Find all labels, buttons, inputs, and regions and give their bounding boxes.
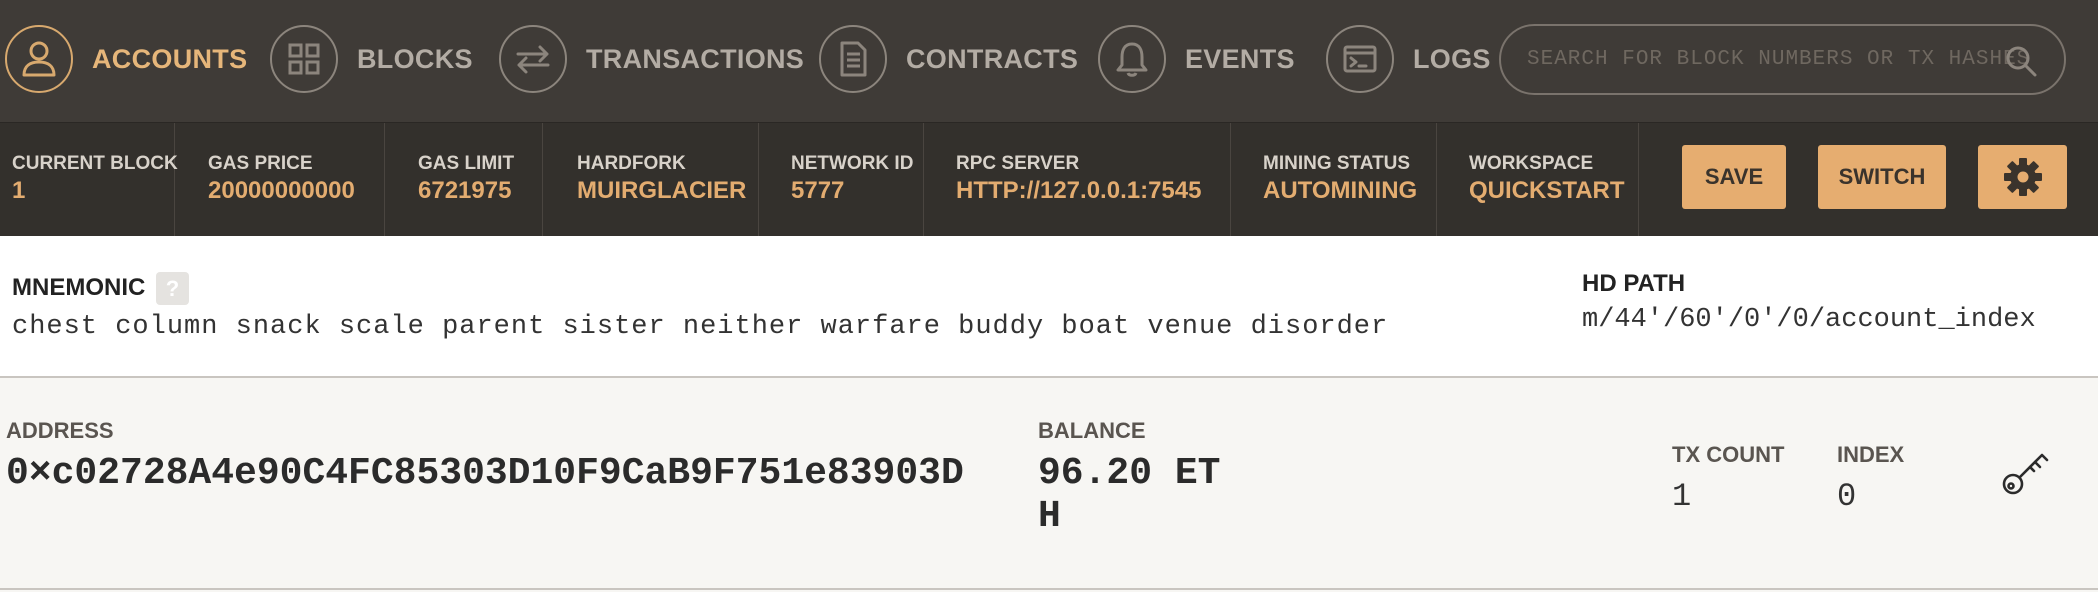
user-icon	[5, 25, 73, 93]
tx-count-value: 1	[1672, 478, 1692, 515]
top-nav: ACCOUNTS BLOCKS TRANSACTIONS CONTRACTS E…	[0, 0, 2098, 122]
stat-label: MINING STATUS	[1263, 153, 1411, 174]
nav-blocks-label: BLOCKS	[357, 43, 473, 74]
nav-logs-label: LOGS	[1413, 43, 1491, 74]
stat-mining-status: MINING STATUS AUTOMINING	[1231, 123, 1437, 236]
stat-hardfork: HARDFORK MUIRGLACIER	[543, 123, 759, 236]
stat-gas-price: GAS PRICE 20000000000	[175, 123, 385, 236]
nav-contracts-label: CONTRACTS	[906, 43, 1079, 74]
account-balance: 96.20 ETH	[1038, 452, 1221, 538]
mnemonic-label: MNEMONIC	[12, 274, 146, 301]
stat-label: GAS PRICE	[208, 153, 313, 174]
status-bar: CURRENT BLOCK 1 GAS PRICE 20000000000 GA…	[0, 122, 2098, 236]
help-icon[interactable]: ?	[156, 272, 189, 305]
stat-label: HARDFORK	[577, 153, 686, 174]
nav-contracts[interactable]: CONTRACTS	[819, 23, 1078, 95]
account-address: 0×c02728A4e90C4FC85303D10F9CaB9F751e8390…	[6, 452, 964, 495]
stat-value: 20000000000	[208, 177, 355, 204]
stat-label: RPC SERVER	[956, 153, 1080, 174]
nav-events[interactable]: EVENTS	[1098, 23, 1295, 95]
index-label: INDEX	[1837, 442, 1905, 467]
save-button[interactable]: SAVE	[1682, 145, 1786, 209]
settings-button[interactable]	[1978, 145, 2067, 209]
account-row[interactable]: ADDRESS 0×c02728A4e90C4FC85303D10F9CaB9F…	[0, 378, 2098, 590]
blocks-icon	[270, 25, 338, 93]
switch-button[interactable]: SWITCH	[1818, 145, 1946, 209]
nav-accounts[interactable]: ACCOUNTS	[5, 23, 247, 95]
mnemonic-panel: MNEMONIC ? chest column snack scale pare…	[0, 236, 2098, 378]
hd-path-label: HD PATH	[1582, 270, 1686, 297]
stat-rpc-server: RPC SERVER HTTP://127.0.0.1:7545	[924, 123, 1231, 236]
stat-value: 6721975	[418, 177, 512, 204]
gear-icon	[2003, 158, 2042, 196]
search-icon[interactable]	[2004, 44, 2038, 78]
stat-network-id: NETWORK ID 5777	[759, 123, 924, 236]
stat-workspace: WORKSPACE QUICKSTART	[1437, 123, 1639, 236]
stat-value: 5777	[791, 177, 845, 204]
nav-events-label: EVENTS	[1185, 43, 1295, 74]
terminal-icon	[1326, 25, 1394, 93]
stat-value: HTTP://127.0.0.1:7545	[956, 177, 1202, 204]
hd-path-value: m/44'/60'/0'/0/account_index	[1582, 305, 2036, 335]
nav-accounts-label: ACCOUNTS	[92, 43, 248, 74]
nav-transactions-label: TRANSACTIONS	[586, 43, 805, 74]
stat-value: MUIRGLACIER	[577, 177, 747, 204]
index-value: 0	[1837, 478, 1857, 515]
mnemonic-words: chest column snack scale parent sister n…	[12, 312, 1389, 342]
balance-label: BALANCE	[1038, 418, 1146, 443]
search-bar	[1499, 24, 2066, 95]
stat-value: QUICKSTART	[1469, 177, 1625, 204]
search-input[interactable]	[1525, 47, 2064, 72]
transfer-icon	[499, 25, 567, 93]
address-label: ADDRESS	[6, 418, 114, 443]
nav-transactions[interactable]: TRANSACTIONS	[499, 23, 804, 95]
stat-label: WORKSPACE	[1469, 153, 1594, 174]
stat-label: NETWORK ID	[791, 153, 914, 174]
nav-blocks[interactable]: BLOCKS	[270, 23, 473, 95]
stat-value: 1	[12, 177, 26, 204]
stat-current-block: CURRENT BLOCK 1	[0, 123, 178, 236]
tx-count-label: TX COUNT	[1672, 442, 1785, 467]
nav-logs[interactable]: LOGS	[1326, 23, 1491, 95]
stat-label: CURRENT BLOCK	[12, 153, 178, 174]
key-icon[interactable]	[2000, 447, 2050, 497]
stat-label: GAS LIMIT	[418, 153, 515, 174]
stat-value: AUTOMINING	[1263, 177, 1418, 204]
stat-gas-limit: GAS LIMIT 6721975	[385, 123, 543, 236]
bell-icon	[1098, 25, 1166, 93]
document-icon	[819, 25, 887, 93]
